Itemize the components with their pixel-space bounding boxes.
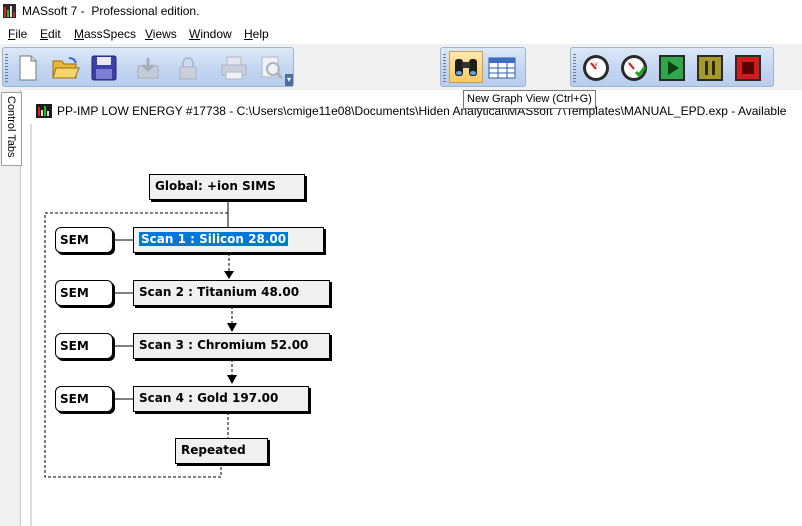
sem-detector-node[interactable]: SEM: [55, 280, 113, 306]
scan-node-1[interactable]: Scan 1 : Silicon 28.00: [133, 227, 324, 253]
document-border: [30, 124, 32, 526]
new-file-icon[interactable]: [13, 54, 43, 82]
menu-file[interactable]: File: [8, 27, 27, 41]
svg-text:v: v: [594, 61, 598, 68]
lock-icon: [173, 54, 203, 82]
app-title: MASsoft 7 - Professional edition.: [22, 4, 200, 18]
control-tabs-tab[interactable]: Control Tabs: [1, 92, 22, 166]
scan-node-2[interactable]: Scan 2 : Titanium 48.00: [133, 280, 330, 306]
menu-views[interactable]: Views: [145, 27, 177, 41]
repeated-node[interactable]: Repeated: [175, 438, 268, 464]
sem-detector-node[interactable]: SEM: [55, 333, 113, 359]
app-logo-icon: [3, 4, 16, 18]
toolbar-overflow-chevron[interactable]: ▾: [285, 74, 293, 86]
pause-icon[interactable]: [695, 54, 725, 82]
sem-detector-node[interactable]: SEM: [55, 227, 113, 253]
scan-node-3[interactable]: Scan 3 : Chromium 52.00: [133, 333, 330, 359]
menu-help[interactable]: Help: [244, 27, 269, 41]
table-grid-icon[interactable]: [487, 54, 517, 82]
gauge-check-icon[interactable]: [619, 54, 649, 82]
save-disk-icon[interactable]: [89, 54, 119, 82]
scan-label-selected: Scan 1 : Silicon 28.00: [139, 232, 289, 246]
open-folder-icon[interactable]: [51, 54, 81, 82]
stop-icon[interactable]: [733, 54, 763, 82]
toolbar-area: ▾ v: [0, 44, 802, 90]
run-play-icon[interactable]: [657, 54, 687, 82]
import-icon: [133, 54, 163, 82]
document-window: [28, 98, 802, 526]
print-preview-icon: [257, 54, 287, 82]
view-toolbar: [440, 47, 526, 87]
toolbar-grip[interactable]: [5, 54, 8, 82]
tooltip: New Graph View (Ctrl+G): [463, 90, 596, 109]
toolbar-grip[interactable]: [443, 54, 446, 82]
binoculars-icon[interactable]: [449, 51, 483, 83]
control-tabs-label: Control Tabs: [5, 96, 17, 158]
scan-node-4[interactable]: Scan 4 : Gold 197.00: [133, 386, 309, 412]
menu-window[interactable]: Window: [189, 27, 232, 41]
menu-massspecs[interactable]: MassSpecs: [74, 27, 136, 41]
toolbar-grip[interactable]: [573, 54, 576, 82]
document-icon: [36, 104, 52, 118]
global-node[interactable]: Global: +ion SIMS: [149, 174, 305, 200]
sem-detector-node[interactable]: SEM: [55, 386, 113, 412]
document-title: PP-IMP LOW ENERGY #17738 - C:\Users\cmig…: [57, 104, 787, 118]
control-toolbar: v: [570, 47, 774, 87]
print-icon: [219, 54, 249, 82]
file-toolbar: ▾: [2, 47, 294, 87]
gauge-icon[interactable]: v: [581, 54, 611, 82]
menu-edit[interactable]: Edit: [40, 27, 61, 41]
menu-bar: File Edit MassSpecs Views Window Help: [0, 24, 802, 44]
